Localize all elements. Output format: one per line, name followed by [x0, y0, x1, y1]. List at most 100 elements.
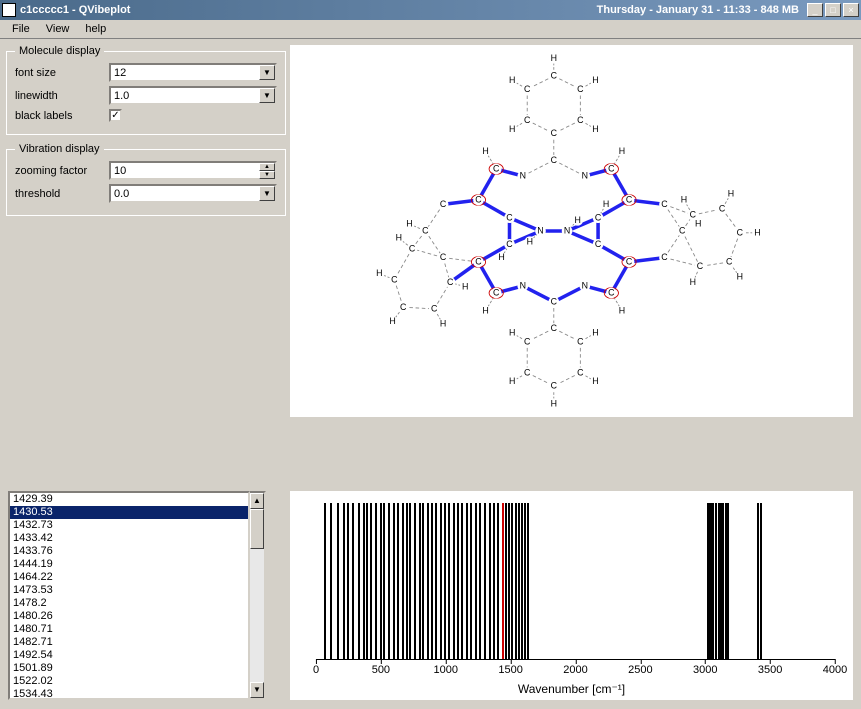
linewidth-input[interactable]	[111, 88, 259, 103]
svg-text:C: C	[661, 199, 668, 209]
spectrum-line	[431, 503, 433, 659]
spectrum-line	[508, 503, 510, 659]
molecule-display-group: Molecule display font size ▼ linewidth ▼…	[6, 45, 286, 135]
zooming-factor-spin[interactable]: ▲ ▼	[109, 161, 277, 180]
spectrum-xlabel: Wavenumber [cm⁻¹]	[290, 682, 853, 696]
frequency-item[interactable]: 1480.71	[10, 623, 248, 636]
frequency-item[interactable]: 1433.42	[10, 532, 248, 545]
svg-text:C: C	[737, 227, 744, 237]
spectrum-line	[760, 503, 762, 659]
threshold-input[interactable]	[111, 186, 259, 201]
font-size-label: font size	[15, 67, 109, 79]
spin-up-icon[interactable]: ▲	[259, 163, 275, 171]
spectrum-line	[448, 503, 450, 659]
svg-text:C: C	[447, 277, 454, 287]
linewidth-combo[interactable]: ▼	[109, 86, 277, 105]
scrollbar-thumb[interactable]	[250, 509, 264, 549]
font-size-input[interactable]	[111, 65, 259, 80]
svg-text:C: C	[679, 226, 686, 236]
svg-text:C: C	[440, 252, 447, 262]
svg-text:H: H	[509, 75, 515, 85]
frequency-list[interactable]: 1429.391430.531432.731433.421433.761444.…	[8, 491, 250, 700]
scroll-down-icon[interactable]: ▼	[250, 682, 264, 698]
spectrum-line	[343, 503, 345, 659]
spin-down-icon[interactable]: ▼	[259, 171, 275, 179]
spectrum-line	[380, 503, 382, 659]
spectrum-line	[521, 503, 523, 659]
spectrum-line	[505, 503, 507, 659]
spectrum-line	[422, 503, 424, 659]
spectrum-line	[383, 503, 385, 659]
svg-text:H: H	[482, 146, 488, 156]
svg-text:H: H	[575, 215, 581, 225]
frequency-scrollbar[interactable]: ▲ ▼	[250, 491, 266, 700]
svg-text:C: C	[577, 336, 584, 346]
spectrum-line	[324, 503, 326, 659]
frequency-item[interactable]: 1432.73	[10, 519, 248, 532]
svg-text:C: C	[422, 226, 429, 236]
svg-text:C: C	[697, 261, 704, 271]
frequency-item[interactable]: 1478.2	[10, 597, 248, 610]
maximize-button[interactable]: □	[825, 3, 841, 17]
threshold-combo[interactable]: ▼	[109, 184, 277, 203]
molecule-view[interactable]: CHCHCHCHCHCCNNCHCHCCCCCHCCCHNNCHCCCHCCCH…	[290, 45, 853, 417]
svg-text:C: C	[391, 274, 398, 284]
svg-text:N: N	[582, 281, 588, 291]
svg-text:H: H	[603, 199, 609, 209]
frequency-item[interactable]: 1482.71	[10, 636, 248, 649]
frequency-item[interactable]: 1464.22	[10, 571, 248, 584]
svg-text:H: H	[754, 227, 760, 237]
svg-text:N: N	[564, 226, 570, 236]
zooming-factor-input[interactable]	[111, 163, 259, 178]
frequency-item[interactable]: 1429.39	[10, 493, 248, 506]
chevron-down-icon[interactable]: ▼	[259, 65, 275, 80]
svg-text:H: H	[592, 328, 598, 338]
threshold-label: threshold	[15, 188, 109, 200]
svg-text:H: H	[592, 75, 598, 85]
spectrum-line	[453, 503, 455, 659]
svg-text:C: C	[577, 115, 584, 125]
svg-text:C: C	[577, 367, 584, 377]
frequency-item[interactable]: 1430.53	[10, 506, 248, 519]
spectrum-line	[330, 503, 332, 659]
svg-text:H: H	[551, 398, 557, 408]
chevron-down-icon[interactable]: ▼	[259, 186, 275, 201]
spectrum-line	[475, 503, 477, 659]
scrollbar-track[interactable]	[250, 509, 264, 682]
frequency-item[interactable]: 1492.54	[10, 649, 248, 662]
spectrum-line	[511, 503, 513, 659]
svg-text:H: H	[376, 268, 382, 278]
scroll-up-icon[interactable]: ▲	[250, 493, 264, 509]
minimize-button[interactable]: _	[807, 3, 823, 17]
spectrum-line	[457, 503, 459, 659]
spectrum-line	[347, 503, 349, 659]
svg-text:C: C	[524, 84, 531, 94]
frequency-item[interactable]: 1444.19	[10, 558, 248, 571]
frequency-item[interactable]: 1534.43	[10, 688, 248, 700]
menu-view[interactable]: View	[38, 22, 78, 36]
frequency-list-container: 1429.391430.531432.731433.421433.761444.…	[8, 491, 266, 700]
frequency-item[interactable]: 1480.26	[10, 610, 248, 623]
svg-text:C: C	[551, 155, 558, 165]
font-size-combo[interactable]: ▼	[109, 63, 277, 82]
frequency-item[interactable]: 1473.53	[10, 584, 248, 597]
spectrum-line	[358, 503, 360, 659]
menu-help[interactable]: help	[77, 22, 114, 36]
spectrum-line	[489, 503, 491, 659]
svg-text:H: H	[592, 124, 598, 134]
close-button[interactable]: ×	[843, 3, 859, 17]
frequency-item[interactable]: 1433.76	[10, 545, 248, 558]
window-buttons: _ □ ×	[805, 3, 859, 17]
spectrum-view[interactable]: 05001000150020002500300035004000 Wavenum…	[290, 491, 853, 700]
svg-text:N: N	[520, 171, 526, 181]
frequency-item[interactable]: 1501.89	[10, 662, 248, 675]
frequency-item[interactable]: 1522.02	[10, 675, 248, 688]
black-labels-checkbox[interactable]: ✓	[109, 109, 122, 122]
spectrum-line	[352, 503, 354, 659]
svg-text:C: C	[608, 164, 615, 174]
chevron-down-icon[interactable]: ▼	[259, 88, 275, 103]
svg-text:H: H	[527, 236, 533, 246]
spectrum-line	[466, 503, 468, 659]
svg-text:H: H	[509, 124, 515, 134]
menu-file[interactable]: File	[4, 22, 38, 36]
